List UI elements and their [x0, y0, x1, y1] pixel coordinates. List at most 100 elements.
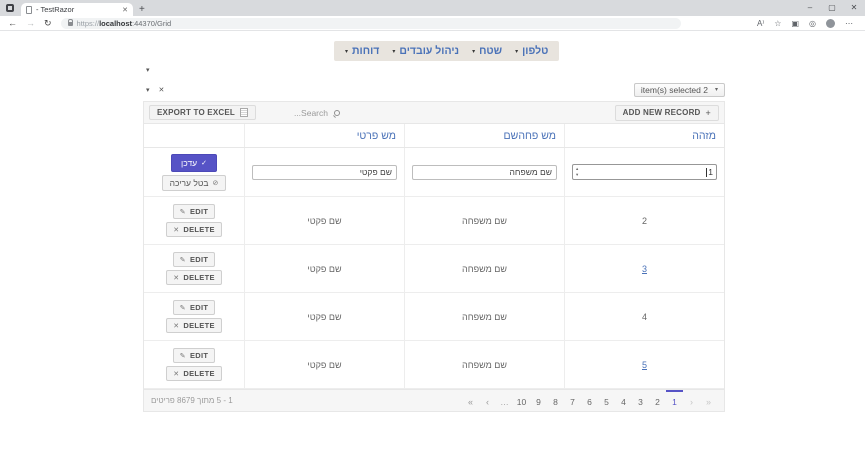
- delete-button[interactable]: DELETE ✕: [166, 270, 222, 285]
- search-icon[interactable]: [333, 109, 340, 116]
- family-name-input[interactable]: [412, 164, 557, 180]
- grid-search: [263, 107, 340, 118]
- spinner-buttons[interactable]: ▴ ▾: [573, 166, 581, 178]
- table-row[interactable]: 5 שם משפחה שם פקטי EDIT ✎ DELETE ✕: [144, 341, 724, 389]
- minimize-button[interactable]: –: [799, 0, 821, 16]
- table-row[interactable]: 4 שם משפחה שם פקטי EDIT ✎ DELETE ✕: [144, 293, 724, 341]
- pager-page-5[interactable]: 5: [598, 390, 615, 411]
- pager-ellipsis[interactable]: …: [496, 390, 513, 411]
- delete-button[interactable]: DELETE ✕: [166, 366, 222, 381]
- cell-edit-commands: ✓ עדכן ⊘ בטל עריכה: [144, 148, 244, 196]
- row-id: 2: [641, 215, 647, 226]
- cell-id-edit: 1 ▴ ▾: [564, 148, 724, 196]
- cell-first: שם פקטי: [244, 341, 404, 388]
- more-menu-icon[interactable]: ⋯: [845, 19, 853, 28]
- delete-button[interactable]: DELETE ✕: [166, 222, 222, 237]
- update-button[interactable]: ✓ עדכן: [171, 153, 217, 172]
- row-id-link[interactable]: 3: [571, 264, 718, 274]
- close-icon[interactable]: ✕: [159, 86, 165, 94]
- pager-page-3[interactable]: 3: [632, 390, 649, 411]
- cell-id: 3: [564, 245, 724, 292]
- chevron-down-icon[interactable]: ▾: [146, 86, 150, 94]
- pager-next-icon: ›: [690, 396, 693, 407]
- pager-page-2[interactable]: 2: [649, 390, 666, 411]
- search-input[interactable]: [263, 107, 328, 118]
- grid-header-row: מזהה מש פחהשם מש פרטי: [144, 124, 724, 148]
- pager-page-4[interactable]: 4: [615, 390, 632, 411]
- pager-page-10[interactable]: 10: [513, 390, 530, 411]
- table-row[interactable]: 3 שם משפחה שם פקטי EDIT ✎ DELETE ✕: [144, 245, 724, 293]
- edit-button[interactable]: EDIT ✎: [172, 300, 216, 315]
- tab-close-icon[interactable]: ✕: [122, 6, 128, 14]
- page-content: טלפון ▾ שטח ▾ ניהול עובדים ▾ דוחות ▾ ▾ ▾ ✕ i…: [0, 31, 865, 469]
- browser-toolbar: ← → ↻ https://localhost:44370/Grid A⁾ ☆ …: [0, 16, 865, 31]
- pager-first-icon[interactable]: «: [462, 390, 479, 411]
- forward-button: →: [26, 17, 35, 28]
- cancel-edit-button[interactable]: ⊘ בטל עריכה: [161, 174, 227, 191]
- nav-item-reports[interactable]: דוחות ▾: [345, 45, 379, 57]
- export-to-excel-button[interactable]: EXPORT TO EXCEL: [149, 105, 256, 120]
- edit-button[interactable]: EDIT ✎: [172, 204, 216, 219]
- new-tab-button[interactable]: +: [139, 4, 145, 15]
- pager-page-9[interactable]: 9: [530, 390, 547, 411]
- row-id: 4: [641, 311, 647, 322]
- first-name-input[interactable]: [252, 164, 397, 180]
- cell-family: שם משפחה: [404, 341, 564, 388]
- spinner-up-icon[interactable]: ▴: [576, 166, 578, 172]
- pager-page-7[interactable]: 7: [564, 390, 581, 411]
- back-button[interactable]: ←: [8, 18, 17, 28]
- chevron-down-icon: ▾: [472, 48, 476, 55]
- items-selected-dropdown[interactable]: item(s) selected 2 ▾: [633, 82, 725, 97]
- tab-actions-icon[interactable]: [6, 4, 14, 12]
- browser-window: - TestRazor ✕ + – ▢ ✕ ← → ↻ https://loca…: [0, 0, 865, 469]
- grid-container: ▾ ✕ item(s) selected 2 ▾ ADD NEW RECORD …: [143, 82, 725, 412]
- column-header-family-name[interactable]: מש פחהשם: [404, 124, 564, 147]
- check-icon: ✓: [201, 159, 207, 167]
- table-row[interactable]: 2 שם משפחה שם פקטי EDIT ✎ DELETE ✕: [144, 197, 724, 245]
- grid-pager: 1 - 5 מתוך 8679 פריטים « ‹ … 10 9 8 7 6 …: [144, 389, 724, 411]
- collections-icon[interactable]: ▣: [791, 19, 799, 28]
- edit-button[interactable]: EDIT ✎: [172, 348, 216, 363]
- id-value: 1: [708, 167, 713, 177]
- url-text: https://localhost:44370/Grid: [76, 18, 172, 28]
- column-header-first-name[interactable]: מש פרטי: [244, 124, 404, 147]
- pager-page-8[interactable]: 8: [547, 390, 564, 411]
- tab-title: - TestRazor: [36, 5, 75, 14]
- cell-first-edit: [244, 148, 404, 196]
- main-nav: טלפון ▾ שטח ▾ ניהול עובדים ▾ דוחות ▾: [334, 41, 560, 61]
- pager-page-1-current[interactable]: 1: [666, 390, 683, 411]
- refresh-button[interactable]: ↻: [44, 18, 52, 28]
- edit-button[interactable]: EDIT ✎: [172, 252, 216, 267]
- chevron-down-icon: ▾: [392, 48, 396, 55]
- cell-family: שם משפחה: [404, 245, 564, 292]
- address-bar[interactable]: https://localhost:44370/Grid: [60, 17, 681, 29]
- pager-page-6[interactable]: 6: [581, 390, 598, 411]
- pencil-icon: ✎: [179, 304, 186, 312]
- id-numeric-input[interactable]: 1 ▴ ▾: [572, 164, 717, 180]
- row-id-link[interactable]: 5: [571, 360, 718, 370]
- lock-icon: [67, 19, 74, 26]
- chevron-down-icon[interactable]: ▾: [146, 66, 150, 74]
- filter-controls: ▾ ✕: [143, 86, 164, 94]
- nav-item-employees[interactable]: ניהול עובדים ▾: [392, 45, 459, 57]
- close-button[interactable]: ✕: [843, 0, 865, 16]
- profile-avatar[interactable]: [826, 18, 835, 28]
- restore-button[interactable]: ▢: [821, 0, 843, 16]
- browser-tab[interactable]: - TestRazor ✕: [21, 3, 133, 16]
- favorites-star-icon[interactable]: ☆: [774, 19, 781, 28]
- column-header-id[interactable]: מזהה: [564, 124, 724, 147]
- pencil-icon: ✎: [179, 208, 186, 216]
- add-new-record-button[interactable]: ADD NEW RECORD +: [614, 104, 719, 121]
- delete-button[interactable]: DELETE ✕: [166, 318, 222, 333]
- pager-prev-icon[interactable]: ‹: [479, 390, 496, 411]
- cell-commands: EDIT ✎ DELETE ✕: [144, 293, 244, 340]
- plus-icon: +: [705, 107, 711, 118]
- window-controls: – ▢ ✕: [799, 0, 865, 16]
- cell-family: שם משפחה: [404, 197, 564, 244]
- read-aloud-icon[interactable]: A⁾: [757, 19, 764, 28]
- tab-strip: - TestRazor ✕ + – ▢ ✕: [0, 0, 865, 16]
- nav-item-phone[interactable]: טלפון ▾: [515, 45, 548, 57]
- spinner-down-icon[interactable]: ▾: [576, 172, 578, 178]
- nav-item-area[interactable]: שטח ▾: [472, 45, 502, 57]
- browser-essentials-icon[interactable]: ◎: [809, 19, 816, 28]
